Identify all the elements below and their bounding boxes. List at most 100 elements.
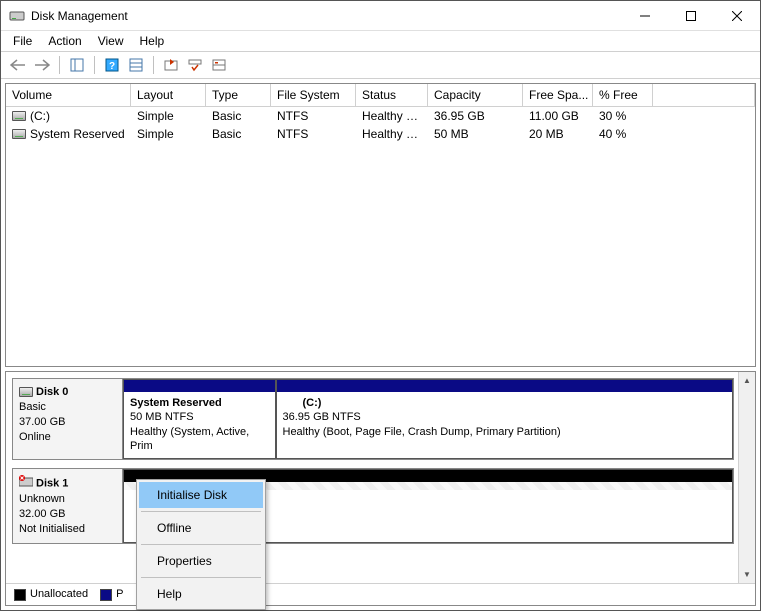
forward-button[interactable]: [31, 54, 53, 76]
app-icon: [9, 8, 25, 24]
toolbar-settings-top-button[interactable]: [184, 54, 206, 76]
close-button[interactable]: [714, 1, 760, 31]
scroll-down-arrow-icon[interactable]: ▼: [739, 566, 755, 583]
action-list-button[interactable]: [125, 54, 147, 76]
partition-bar: [124, 380, 275, 392]
window: Disk Management File Action View Help: [0, 0, 761, 611]
scroll-up-arrow-icon[interactable]: ▲: [739, 372, 755, 389]
volume-rows: (C:) Simple Basic NTFS Healthy (B... 36.…: [6, 107, 755, 143]
toolbar-separator: [59, 56, 60, 74]
context-offline[interactable]: Offline: [139, 515, 263, 541]
legend-primary-label: P: [116, 588, 123, 600]
partition-bar: [277, 380, 733, 392]
partition-size: 50 MB NTFS: [130, 410, 269, 424]
legend-unallocated-label: Unallocated: [30, 588, 88, 600]
volume-fs: NTFS: [271, 108, 356, 124]
volume-layout: Simple: [131, 126, 206, 142]
drive-icon: [12, 111, 26, 121]
legend-primary: P: [100, 588, 123, 600]
menu-help[interactable]: Help: [132, 32, 173, 50]
swatch-primary-icon: [100, 589, 112, 601]
menu-view[interactable]: View: [90, 32, 132, 50]
toolbar-settings-bottom-button[interactable]: [208, 54, 230, 76]
minimize-button[interactable]: [622, 1, 668, 31]
partition-status: Healthy (System, Active, Prim: [130, 425, 269, 454]
col-filesystem[interactable]: File System: [271, 84, 356, 106]
partition-name: System Reserved: [130, 396, 269, 410]
col-filler: [653, 84, 755, 106]
swatch-unallocated-icon: [14, 589, 26, 601]
disk-size: 32.00 GB: [19, 508, 65, 520]
disk-info: Disk 0 Basic 37.00 GB Online: [13, 379, 123, 459]
legend-unallocated: Unallocated: [14, 588, 88, 600]
drive-icon: [12, 129, 26, 139]
volume-capacity: 50 MB: [428, 126, 523, 142]
help-button[interactable]: ?: [101, 54, 123, 76]
disk-graphical-pane: Disk 0 Basic 37.00 GB Online System Rese…: [5, 371, 756, 606]
disk-icon: [19, 387, 33, 397]
disk-uninit-icon: [19, 475, 33, 492]
menu-action[interactable]: Action: [40, 32, 89, 50]
content: Volume Layout Type File System Status Ca…: [1, 79, 760, 610]
window-title: Disk Management: [31, 9, 622, 23]
partition-system-reserved[interactable]: System Reserved 50 MB NTFS Healthy (Syst…: [123, 379, 276, 459]
partition-size: 36.95 GB NTFS: [283, 410, 727, 424]
col-type[interactable]: Type: [206, 84, 271, 106]
context-separator: [141, 544, 261, 545]
volume-type: Basic: [206, 108, 271, 124]
volume-layout: Simple: [131, 108, 206, 124]
col-status[interactable]: Status: [356, 84, 428, 106]
menu-file[interactable]: File: [5, 32, 40, 50]
volume-list-pane: Volume Layout Type File System Status Ca…: [5, 83, 756, 367]
context-properties[interactable]: Properties: [139, 548, 263, 574]
context-initialise-disk[interactable]: Initialise Disk: [139, 482, 263, 508]
col-free-space[interactable]: Free Spa...: [523, 84, 593, 106]
svg-text:?: ?: [109, 61, 115, 72]
refresh-button[interactable]: [160, 54, 182, 76]
partition-status: Healthy (Boot, Page File, Crash Dump, Pr…: [283, 425, 727, 439]
col-layout[interactable]: Layout: [131, 84, 206, 106]
volume-pfree: 40 %: [593, 126, 653, 142]
maximize-button[interactable]: [668, 1, 714, 31]
context-help[interactable]: Help: [139, 581, 263, 607]
toolbar: ?: [1, 51, 760, 79]
disk-block-0[interactable]: Disk 0 Basic 37.00 GB Online System Rese…: [12, 378, 734, 460]
disk-size: 37.00 GB: [19, 416, 65, 428]
disk-info: Disk 1 Unknown 32.00 GB Not Initialised: [13, 469, 123, 543]
col-volume[interactable]: Volume: [6, 84, 131, 106]
disk-label: Disk 1: [36, 477, 68, 489]
vertical-scrollbar[interactable]: ▲ ▼: [738, 372, 755, 583]
volume-free: 20 MB: [523, 126, 593, 142]
context-separator: [141, 577, 261, 578]
disk-partitions: System Reserved 50 MB NTFS Healthy (Syst…: [123, 379, 733, 459]
col-capacity[interactable]: Capacity: [428, 84, 523, 106]
volume-type: Basic: [206, 126, 271, 142]
back-button[interactable]: [7, 54, 29, 76]
disk-type: Basic: [19, 401, 46, 413]
volume-capacity: 36.95 GB: [428, 108, 523, 124]
toolbar-separator: [94, 56, 95, 74]
volume-free: 11.00 GB: [523, 108, 593, 124]
menubar: File Action View Help: [1, 31, 760, 51]
disk-scroll: Disk 0 Basic 37.00 GB Online System Rese…: [6, 372, 755, 583]
volume-header-row: Volume Layout Type File System Status Ca…: [6, 84, 755, 107]
partition-c[interactable]: (C:) 36.95 GB NTFS Healthy (Boot, Page F…: [276, 379, 734, 459]
titlebar: Disk Management: [1, 1, 760, 31]
context-menu: Initialise Disk Offline Properties Help: [136, 479, 266, 610]
toolbar-separator: [153, 56, 154, 74]
legend: Unallocated P: [6, 583, 755, 605]
partition-name: (C:): [283, 396, 727, 410]
disk-status: Online: [19, 431, 51, 443]
volume-row[interactable]: (C:) Simple Basic NTFS Healthy (B... 36.…: [6, 107, 755, 125]
volume-fs: NTFS: [271, 126, 356, 142]
volume-row[interactable]: System Reserved Simple Basic NTFS Health…: [6, 125, 755, 143]
volume-name: (C:): [30, 109, 50, 123]
scroll-track[interactable]: [739, 389, 755, 566]
col-percent-free[interactable]: % Free: [593, 84, 653, 106]
disk-status: Not Initialised: [19, 523, 85, 535]
disk-block-1[interactable]: Disk 1 Unknown 32.00 GB Not Initialised: [12, 468, 734, 544]
disk-type: Unknown: [19, 493, 65, 505]
show-hide-console-tree-button[interactable]: [66, 54, 88, 76]
volume-status: Healthy (S...: [356, 126, 428, 142]
context-separator: [141, 511, 261, 512]
